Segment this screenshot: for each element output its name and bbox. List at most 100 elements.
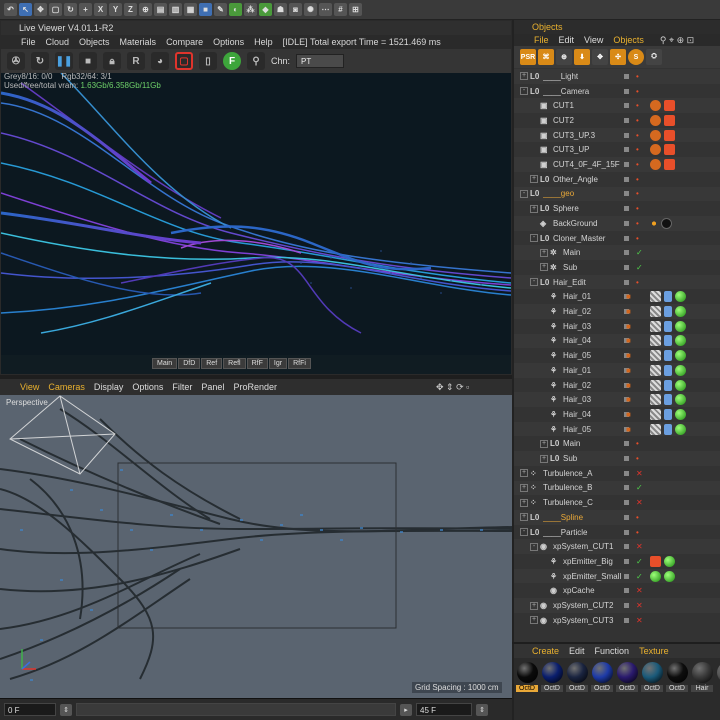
scene-icon[interactable]: ☗: [274, 3, 287, 16]
object-name[interactable]: CUT1: [553, 101, 643, 110]
solo-icon[interactable]: S: [628, 49, 644, 65]
object-name[interactable]: CUT2: [553, 116, 643, 125]
visibility-flags[interactable]: [624, 103, 629, 109]
visibility-flags[interactable]: [624, 441, 629, 447]
obj-search-icons[interactable]: ⚲ ⌖ ⊕ ⊡: [660, 35, 694, 46]
object-name[interactable]: CUT3_UP: [553, 145, 643, 154]
blue-tag-icon[interactable]: [664, 335, 672, 347]
array-icon[interactable]: ⁂: [244, 3, 257, 16]
vp-menu-prorender[interactable]: ProRender: [233, 382, 277, 392]
vp-menu-options[interactable]: Options: [132, 382, 163, 392]
visibility-flags[interactable]: [624, 117, 629, 123]
expand-toggle-icon[interactable]: -: [530, 234, 538, 243]
record-icon[interactable]: ▢: [175, 52, 193, 70]
render-view-icon[interactable]: ▥: [169, 3, 182, 16]
object-row[interactable]: ◈ BackGround •: [514, 216, 720, 231]
expand-toggle-icon[interactable]: +: [540, 248, 548, 257]
expand-toggle-icon[interactable]: -: [520, 87, 528, 96]
object-row[interactable]: - L0 ____Camera •: [514, 83, 720, 99]
obj-menu-view[interactable]: View: [584, 35, 603, 45]
visibility-flags[interactable]: [624, 73, 629, 79]
cam-tag-icon[interactable]: [664, 144, 675, 156]
visibility-flags[interactable]: [624, 220, 629, 226]
expand-toggle-icon[interactable]: -: [530, 542, 538, 551]
light-icon[interactable]: ✺: [304, 3, 317, 16]
gsph-tag-icon[interactable]: [675, 306, 686, 318]
object-name[interactable]: Turbulence_A: [543, 469, 633, 478]
hair-tag-icon[interactable]: [650, 394, 661, 406]
object-row[interactable]: + L0 Other_Angle •: [514, 171, 720, 187]
cam-tag-icon[interactable]: [650, 555, 661, 567]
gsph-tag-icon[interactable]: [675, 394, 686, 406]
vp-menu-panel[interactable]: Panel: [201, 382, 224, 392]
blue-tag-icon[interactable]: [664, 350, 672, 362]
object-row[interactable]: ▣ CUT3_UP.3 •: [514, 127, 720, 143]
enable-toggle-icon[interactable]: ■: [626, 292, 631, 301]
visibility-flags[interactable]: [624, 529, 629, 535]
vp-menu-filter[interactable]: Filter: [172, 382, 192, 392]
pause-icon[interactable]: ❚❚: [55, 52, 73, 70]
object-name[interactable]: xpSystem_CUT3: [553, 616, 643, 625]
pass-tab-igr[interactable]: Igr: [268, 358, 288, 369]
snap-icon[interactable]: ⋯: [319, 3, 332, 16]
gsph-tag-icon[interactable]: [664, 570, 675, 582]
nurbs-icon[interactable]: ◐: [229, 3, 242, 16]
gsph-tag-icon[interactable]: [675, 320, 686, 332]
deformer-icon[interactable]: ◆: [259, 3, 272, 16]
lv-menu-objects[interactable]: Objects: [79, 37, 110, 47]
cam-tag-icon[interactable]: [664, 129, 675, 141]
object-row[interactable]: ⚘ Hair_05 ■: [514, 421, 720, 437]
hair-tag-icon[interactable]: [650, 408, 661, 420]
expand-toggle-icon[interactable]: -: [520, 528, 528, 537]
visibility-flags[interactable]: [624, 88, 629, 94]
lv-menu-help[interactable]: Help: [254, 37, 273, 47]
material-swatch[interactable]: OctD: [641, 662, 663, 692]
blue-tag-icon[interactable]: [664, 394, 672, 406]
ban-tag-icon[interactable]: [650, 144, 661, 156]
hair-tag-icon[interactable]: [650, 306, 661, 318]
pin-icon[interactable]: ⚲: [247, 52, 265, 70]
obj-menu-file[interactable]: File: [534, 35, 549, 45]
gsph-tag-icon[interactable]: [650, 570, 661, 582]
object-row[interactable]: ⚘ Hair_03 ■: [514, 318, 720, 334]
enable-toggle-icon[interactable]: ✓: [636, 263, 643, 272]
enable-toggle-icon[interactable]: •: [636, 278, 639, 287]
expand-toggle-icon[interactable]: +: [520, 483, 528, 492]
object-row[interactable]: ⚘ Hair_01 ■: [514, 363, 720, 378]
object-row[interactable]: ⚘ Hair_05 ■: [514, 348, 720, 363]
blue-tag-icon[interactable]: [664, 408, 672, 420]
enable-toggle-icon[interactable]: ✓: [636, 483, 643, 492]
blue-tag-icon[interactable]: [664, 379, 672, 391]
ban-tag-icon[interactable]: [650, 100, 661, 112]
render-settings-icon[interactable]: ▦: [184, 3, 197, 16]
visibility-flags[interactable]: [624, 279, 629, 285]
visibility-flags[interactable]: [624, 617, 629, 623]
obj-menu-edit[interactable]: Edit: [559, 35, 575, 45]
object-row[interactable]: ⚘ Hair_02 ■: [514, 304, 720, 319]
lv-menu-compare[interactable]: Compare: [166, 37, 203, 47]
cam-tag-icon[interactable]: [664, 100, 675, 112]
enable-toggle-icon[interactable]: •: [636, 439, 639, 448]
expand-toggle-icon[interactable]: +: [530, 616, 538, 625]
object-name[interactable]: Main: [563, 439, 653, 448]
object-row[interactable]: ▣ CUT4_0F_4F_15F •: [514, 157, 720, 172]
enable-toggle-icon[interactable]: •: [636, 131, 639, 140]
start-frame-field[interactable]: 0 F: [4, 703, 56, 716]
blue-tag-icon[interactable]: [664, 306, 672, 318]
object-name[interactable]: Other_Angle: [553, 175, 643, 184]
expand-toggle-icon[interactable]: +: [520, 469, 528, 478]
object-name[interactable]: CUT3_UP.3: [553, 131, 643, 140]
workplane-icon[interactable]: ⊞: [349, 3, 362, 16]
object-row[interactable]: ⚘ Hair_03 ■: [514, 392, 720, 408]
enable-toggle-icon[interactable]: •: [636, 513, 639, 522]
visibility-flags[interactable]: [624, 250, 629, 256]
rotate-icon[interactable]: ↻: [64, 3, 77, 16]
visibility-flags[interactable]: [624, 485, 629, 491]
enable-toggle-icon[interactable]: ✓: [636, 572, 643, 581]
visibility-flags[interactable]: [624, 235, 629, 241]
enable-toggle-icon[interactable]: ✕: [636, 542, 643, 551]
lv-menu-options[interactable]: Options: [213, 37, 244, 47]
object-name[interactable]: Hair_03: [563, 395, 653, 404]
material-swatch[interactable]: [716, 662, 720, 692]
obj-menu-objects[interactable]: Objects: [613, 35, 644, 45]
